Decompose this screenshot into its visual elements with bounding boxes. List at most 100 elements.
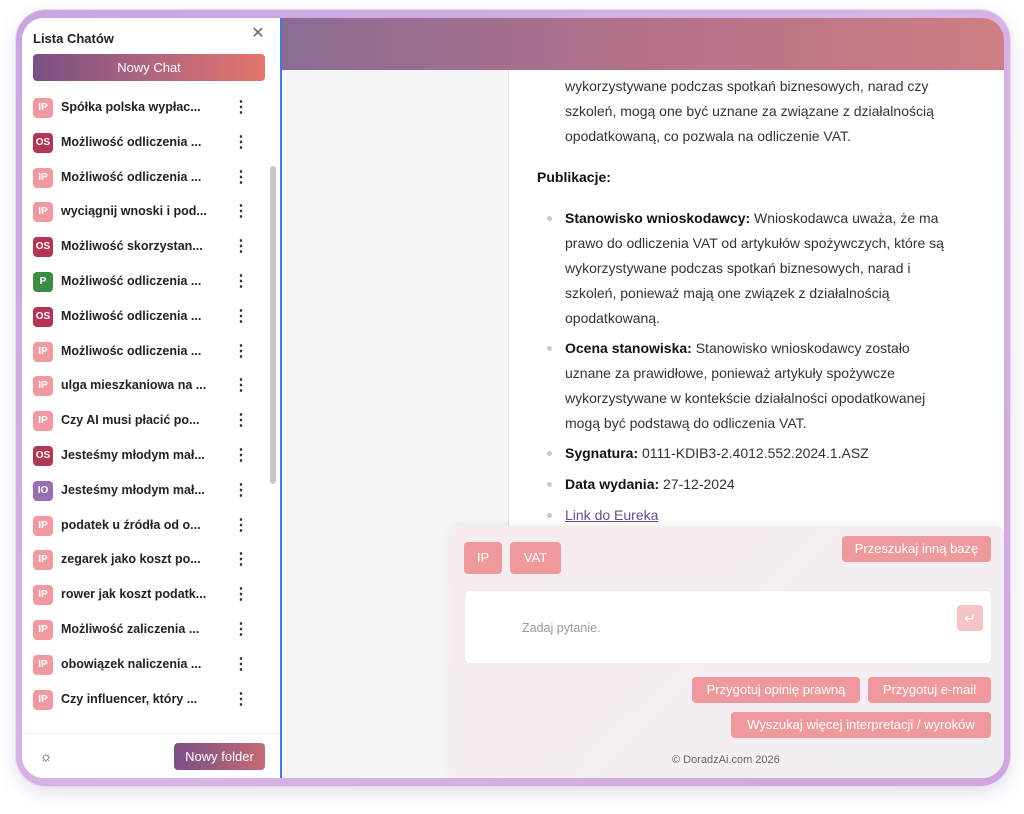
bullet-dot [547,451,552,456]
chat-badge: IP [33,411,53,432]
kebab-menu-icon[interactable]: ⋮ [233,270,249,294]
chat-title: Możliwość odliczenia ... [61,134,202,149]
scrollbar-thumb[interactable] [270,166,276,484]
chat-list-item[interactable]: IP obowiązek naliczenia ... ⋮ [33,647,263,681]
chat-list-item[interactable]: IP Możliwośc odliczenia ... ⋮ [33,334,263,368]
kebab-menu-icon[interactable]: ⋮ [233,131,249,155]
bullet-dot [547,346,552,351]
chat-title: Czy AI musi płacić po... [61,413,200,428]
question-input[interactable] [520,617,924,639]
chat-title: Jesteśmy młodym mał... [61,482,205,497]
enter-icon[interactable]: ↵ [957,605,983,631]
search-more-button[interactable]: Wyszukaj więcej interpretacji / wyroków [731,712,991,738]
chat-list: IP Spółka polska wypłac... ⋮ OS Możliwość od… [22,90,266,730]
chat-badge: OS [33,446,53,466]
position-line: wykorzystywane podczas spotkań biznesowy… [565,260,911,276]
publications-heading: Publikacje: [537,169,611,185]
date-line: Data wydania: 27-12-2024 [565,472,985,497]
question-input-box: ↵ [464,590,992,664]
sun-icon[interactable]: ☼ [38,748,54,764]
chat-badge: IO [33,480,53,501]
chat-title: Czy influencer, który ... [61,691,198,706]
assessment-text: Stanowisko wnioskodawcy zostało [695,340,910,356]
chat-badge: IP [33,585,53,606]
signature-label: Sygnatura: [565,445,639,461]
kebab-menu-icon[interactable]: ⋮ [233,200,249,224]
search-other-db-button[interactable]: Przeszukaj inną bazę [842,536,991,562]
sidebar-title: Lista Chatów [33,31,114,46]
position-line: opodatkowaną. [565,310,660,326]
chat-badge: IP [33,202,53,223]
chat-list-item[interactable]: IP Możliwość zaliczenia ... ⋮ [33,612,263,646]
chat-badge: IP [33,515,53,536]
kebab-menu-icon[interactable]: ⋮ [233,374,249,398]
tag-ip-button[interactable]: IP [464,542,502,574]
chat-title: Jesteśmy młodym mał... [61,448,205,462]
kebab-menu-icon[interactable]: ⋮ [233,409,249,433]
date-value: 27-12-2024 [663,476,735,492]
chat-list-item[interactable]: OS Możliwość odliczenia ... ⋮ [33,299,263,333]
bullet-dot [547,216,552,221]
kebab-menu-icon[interactable]: ⋮ [233,583,249,607]
chat-badge: OS [33,132,53,153]
assessment-line: uznane za prawidłowe, ponieważ artykuły … [565,365,895,381]
chat-list-item[interactable]: IO Jesteśmy młodym mał... ⋮ [33,473,263,507]
chat-badge: IP [33,689,53,710]
kebab-menu-icon[interactable]: ⋮ [233,96,249,120]
kebab-menu-icon[interactable]: ⋮ [233,340,249,364]
assessment-line: Ocena stanowiska: Stanowisko wnioskodawc… [565,336,985,361]
kebab-menu-icon[interactable]: ⋮ [233,235,249,259]
chat-title: Możliwość odliczenia ... [61,308,202,323]
eureka-link[interactable]: Link do Eureka [565,503,658,528]
bullet-dot [547,482,552,487]
chat-title: zegarek jako koszt po... [61,552,201,567]
chat-list-item[interactable]: IP Czy influencer, który ... ⋮ [33,682,263,716]
chat-title: obowiązek naliczenia ... [61,656,202,671]
prepare-email-button[interactable]: Przygotuj e-mail [868,677,991,703]
chat-badge: P [33,272,53,292]
chat-list-item[interactable]: IP podatek u źródła od o... ⋮ [33,508,263,542]
chat-list-item[interactable]: IP Możliwość odliczenia ... ⋮ [33,160,263,194]
intro-line: opodatkowaną, co pozwala na odliczenie V… [565,128,851,144]
kebab-menu-icon[interactable]: ⋮ [233,444,249,468]
kebab-menu-icon[interactable]: ⋮ [233,618,249,642]
chat-badge: IP [33,167,53,188]
new-chat-button[interactable]: Nowy Chat [33,54,265,81]
chat-list-item[interactable]: IP Czy AI musi płacić po... ⋮ [33,403,263,437]
tag-vat-button[interactable]: VAT [510,542,561,574]
signature-line: Sygnatura: 0111-KDIB3-2.4012.552.2024.1.… [565,441,985,466]
chat-badge: OS [33,306,53,327]
signature-value: 0111-KDIB3-2.4012.552.2024.1.ASZ [642,445,869,461]
position-line: prawo do odliczenia VAT od artykułów spo… [565,235,944,251]
chat-list-item[interactable]: IP zegarek jako koszt po... ⋮ [33,542,263,576]
kebab-menu-icon[interactable]: ⋮ [233,514,249,538]
chat-list-item[interactable]: IP wyciągnij wnoski i pod... ⋮ [33,194,263,228]
kebab-menu-icon[interactable]: ⋮ [233,653,249,677]
kebab-menu-icon[interactable]: ⋮ [233,548,249,572]
chat-badge: OS [33,237,53,258]
chat-title: Możliwość zaliczenia ... [61,622,200,636]
position-line: Stanowisko wnioskodawcy: Wnioskodawca uw… [565,206,985,231]
chat-title: Możliwość skorzystan... [61,239,203,254]
prepare-opinion-button[interactable]: Przygotuj opinię prawną [692,677,860,703]
chat-title: Spółka polska wypłac... [61,100,201,114]
chat-list-item[interactable]: IP Spółka polska wypłac... ⋮ [33,90,263,124]
chat-list-item[interactable]: OS Jesteśmy młodym mał... ⋮ [33,438,263,472]
chat-list-item[interactable]: IP rower jak koszt podatk... ⋮ [33,577,263,611]
kebab-menu-icon[interactable]: ⋮ [233,305,249,329]
scrollbar[interactable] [269,90,277,730]
bullet-dot [547,513,552,518]
close-icon[interactable]: ✕ [250,26,266,42]
chat-list-item[interactable]: OS Możliwość odliczenia ... ⋮ [33,125,263,159]
kebab-menu-icon[interactable]: ⋮ [233,479,249,503]
chat-title: Możliwość odliczenia ... [61,274,202,288]
kebab-menu-icon[interactable]: ⋮ [233,166,249,190]
kebab-menu-icon[interactable]: ⋮ [233,688,249,712]
assessment-line: mogą być podstawą do odliczenia VAT. [565,415,807,431]
chat-list-item[interactable]: OS Możliwość skorzystan... ⋮ [33,229,263,263]
chat-badge: IP [33,654,53,675]
chat-badge: IP [33,98,53,118]
chat-list-item[interactable]: IP ulga mieszkaniowa na ... ⋮ [33,368,263,402]
chat-list-item[interactable]: P Możliwość odliczenia ... ⋮ [33,264,263,298]
new-folder-button[interactable]: Nowy folder [174,743,265,770]
